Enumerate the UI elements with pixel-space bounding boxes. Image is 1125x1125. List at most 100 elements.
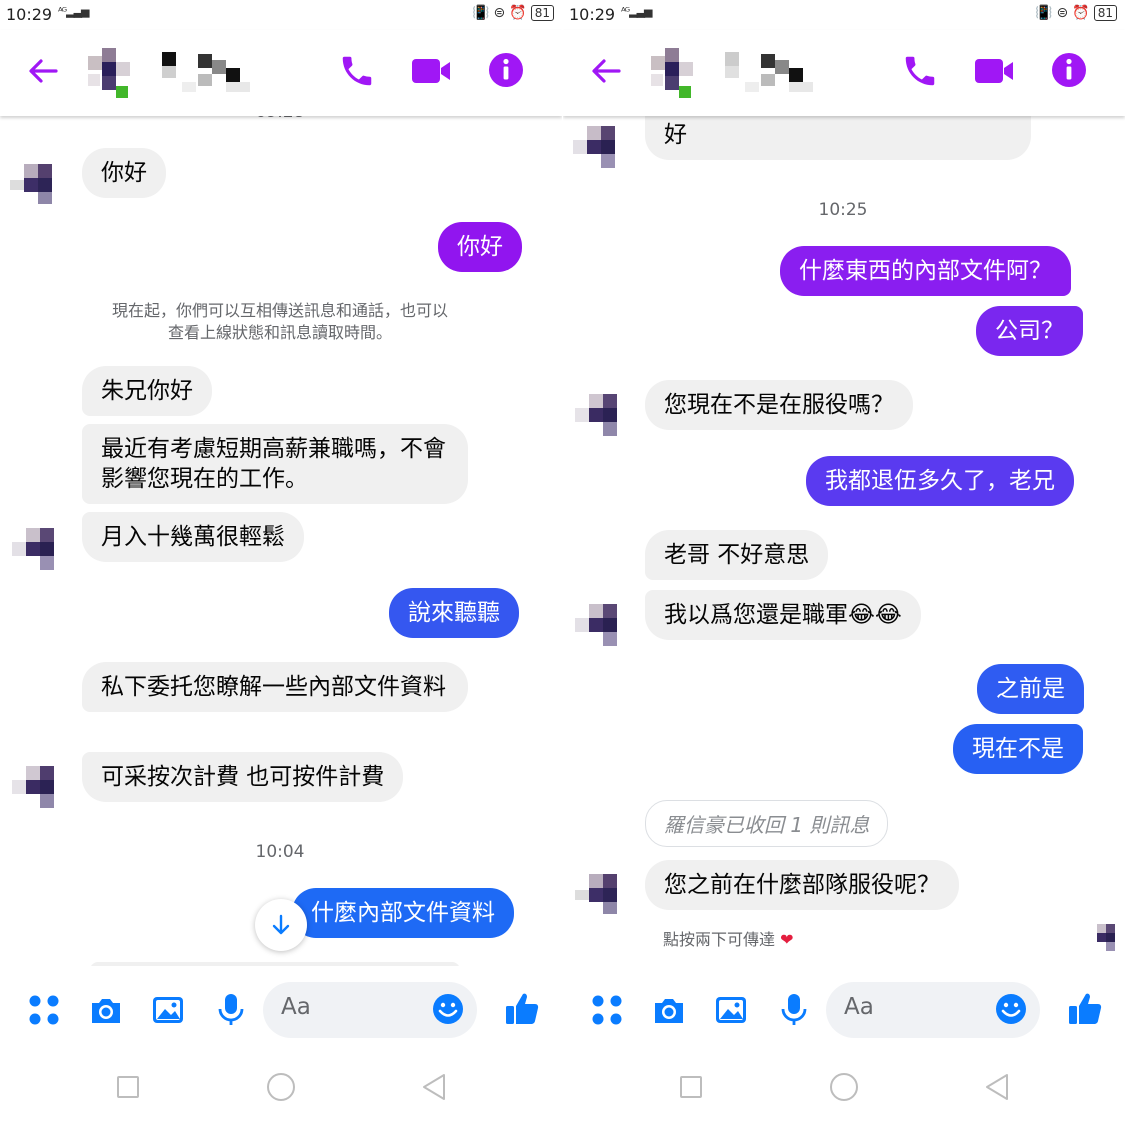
signal-icon: ᴬᴳ▂▃▅: [621, 5, 653, 18]
apps-icon[interactable]: [26, 992, 62, 1028]
heart-icon: ❤: [780, 930, 794, 949]
system-nav-bar: [0, 1056, 562, 1125]
outgoing-message[interactable]: 我都退伍多久了，老兄: [806, 456, 1074, 506]
message-thread: 好 10:25 什麼東西的內部文件阿？ 公司？ 您現在不是在服役嗎？ 我都退伍多…: [563, 116, 1125, 966]
video-camera-icon[interactable]: [973, 56, 1015, 86]
emoji-icon[interactable]: [431, 992, 465, 1026]
signal-icon: ᴬᴳ▂▃▅: [58, 5, 90, 18]
contact-avatar[interactable]: [647, 44, 703, 100]
conversation-header: [563, 30, 1125, 116]
microphone-icon[interactable]: [213, 992, 249, 1028]
incoming-message[interactable]: 您之前在什麼部隊服役呢？: [645, 860, 959, 910]
timestamp: 10:25: [818, 200, 868, 220]
recalled-message-notice: 羅信豪已收回 1 則訊息: [645, 800, 889, 847]
gallery-icon[interactable]: [150, 992, 186, 1028]
back-arrow-icon[interactable]: [589, 54, 623, 88]
phone-icon[interactable]: [901, 52, 939, 90]
alarm-icon: ⏰: [1072, 5, 1090, 21]
phone-icon[interactable]: [338, 52, 376, 90]
contact-avatar[interactable]: [84, 44, 140, 100]
camera-icon[interactable]: [651, 992, 687, 1028]
contact-avatar-small: [575, 394, 617, 436]
message-input[interactable]: Aa: [263, 982, 477, 1038]
outgoing-message[interactable]: 你好: [438, 222, 522, 272]
system-notice: 現在起，你們可以互相傳送訊息和通話，也可以 查看上線狀態和訊息讀取時間。: [60, 300, 500, 344]
contact-avatar-small: [12, 528, 54, 570]
laughing-emoji: 😂😂: [848, 602, 902, 628]
incoming-message[interactable]: 朱兄你好: [82, 366, 212, 416]
vibrate-icon: 📳: [1035, 5, 1053, 21]
recent-apps-button[interactable]: [117, 1076, 139, 1098]
thumbs-up-icon[interactable]: [1066, 990, 1104, 1028]
back-triangle-icon[interactable]: [983, 1072, 1011, 1102]
outgoing-message[interactable]: 什麼東西的內部文件阿？: [780, 246, 1071, 296]
message-thread: 09:28 你好 你好 現在起，你們可以互相傳送訊息和通話，也可以 查看上線狀態…: [0, 116, 562, 966]
status-icons: 📳 ⊜ ⏰ 81: [1035, 5, 1117, 21]
incoming-message-partial[interactable]: 好: [645, 116, 1031, 160]
incoming-message[interactable]: 你好: [82, 148, 166, 198]
scroll-down-icon: [272, 914, 290, 935]
message-input[interactable]: Aa: [826, 982, 1040, 1038]
recent-apps-button[interactable]: [680, 1076, 702, 1098]
system-nav-bar: [563, 1056, 1125, 1125]
camera-icon[interactable]: [88, 992, 124, 1028]
incoming-message[interactable]: 月入十幾萬很輕鬆: [82, 512, 304, 562]
incoming-message[interactable]: 您現在不是在服役嗎？: [645, 380, 913, 430]
contact-avatar-small: [12, 766, 54, 808]
contact-avatar-small: [573, 126, 615, 168]
chat-screen-right: 10:29 ᴬᴳ▂▃▅ 📳 ⊜ ⏰ 81 好 10:25 什麼東西的內部文件阿？…: [563, 0, 1125, 1125]
message-composer: Aa: [563, 966, 1125, 1056]
outgoing-message[interactable]: 現在不是: [953, 724, 1083, 774]
outgoing-message[interactable]: 什麼內部文件資料: [292, 888, 514, 938]
message-input-placeholder: Aa: [844, 994, 874, 1020]
chat-screen-left: 10:29 ᴬᴳ▂▃▅ 📳 ⊜ ⏰ 81 你好 你好 現在起，你們可以互相傳送訊…: [0, 0, 562, 1125]
lock-icon: ⊜: [493, 5, 506, 21]
double-tap-hint-text: 點按兩下可傳達: [663, 930, 776, 949]
battery-level: 81: [1093, 5, 1117, 21]
info-icon[interactable]: [1049, 50, 1089, 90]
incoming-message[interactable]: 可采按次計費 也可按件計費: [82, 752, 404, 802]
message-composer: Aa: [0, 966, 562, 1056]
contact-avatar-small: [10, 164, 52, 204]
double-tap-hint: 點按兩下可傳達 ❤: [663, 926, 794, 950]
info-icon[interactable]: [486, 50, 526, 90]
message-text: 我以爲您還是職軍: [664, 602, 848, 628]
outgoing-message[interactable]: 公司？: [976, 306, 1083, 356]
contact-name-redacted: [162, 52, 250, 92]
back-arrow-icon[interactable]: [26, 54, 60, 88]
system-notice-line: 現在起，你們可以互相傳送訊息和通話，也可以: [111, 301, 448, 320]
home-button[interactable]: [267, 1073, 295, 1101]
vibrate-icon: 📳: [472, 5, 490, 21]
timestamp: 10:04: [255, 842, 305, 862]
thumbs-up-icon[interactable]: [503, 990, 541, 1028]
apps-icon[interactable]: [589, 992, 625, 1028]
incoming-message[interactable]: 老哥 不好意思: [645, 530, 829, 580]
outgoing-message[interactable]: 之前是: [977, 664, 1084, 714]
home-button[interactable]: [830, 1073, 858, 1101]
read-receipt-avatar: [1097, 924, 1115, 951]
microphone-icon[interactable]: [776, 992, 812, 1028]
conversation-header: [0, 30, 562, 116]
alarm-icon: ⏰: [509, 5, 527, 21]
incoming-message[interactable]: 我以爲您還是職軍😂😂: [645, 590, 921, 640]
incoming-message[interactable]: 最近有考慮短期高薪兼職嗎，不會影響您現在的工作。: [82, 424, 468, 504]
lock-icon: ⊜: [1056, 5, 1069, 21]
emoji-icon[interactable]: [994, 992, 1028, 1026]
status-time: 10:29: [569, 5, 616, 24]
message-input-placeholder: Aa: [281, 994, 311, 1020]
contact-avatar-small: [575, 874, 617, 914]
battery-level: 81: [530, 5, 554, 21]
incoming-message[interactable]: 私下委托您瞭解一些內部文件資料: [82, 662, 468, 712]
status-time: 10:29: [6, 5, 53, 24]
outgoing-message[interactable]: 說來聽聽: [389, 588, 519, 638]
system-notice-line: 查看上線狀態和訊息讀取時間。: [167, 323, 392, 342]
scroll-to-bottom-button[interactable]: [255, 899, 307, 951]
contact-avatar-small: [575, 604, 617, 646]
status-bar: 10:29 ᴬᴳ▂▃▅ 📳 ⊜ ⏰ 81: [563, 0, 1125, 30]
status-icons: 📳 ⊜ ⏰ 81: [472, 5, 554, 21]
back-triangle-icon[interactable]: [420, 1072, 448, 1102]
gallery-icon[interactable]: [713, 992, 749, 1028]
video-camera-icon[interactable]: [410, 56, 452, 86]
status-bar: 10:29 ᴬᴳ▂▃▅ 📳 ⊜ ⏰ 81: [0, 0, 562, 30]
contact-name-redacted: [725, 52, 813, 92]
